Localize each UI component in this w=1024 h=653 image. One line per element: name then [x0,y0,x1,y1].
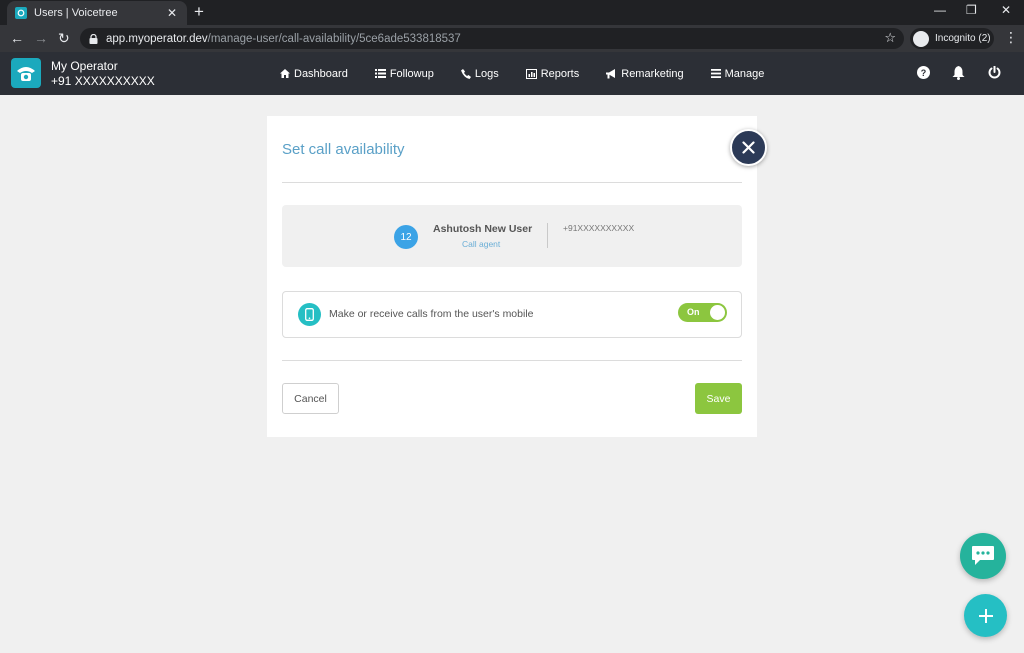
nav-followup[interactable]: Followup [374,67,434,80]
list-icon [374,69,386,78]
nav-remarketing-label: Remarketing [621,67,684,80]
menu-icon [710,69,721,78]
chat-bubble-icon [972,546,994,565]
user-extension-badge: 12 [394,225,418,249]
address-bar[interactable]: app.myoperator.dev/manage-user/call-avai… [80,28,904,49]
plus-icon [978,608,993,623]
mobile-calls-toggle[interactable]: On [678,303,727,322]
user-name: Ashutosh New User [433,223,533,235]
megaphone-icon [606,68,616,78]
app-header: My Operator +91 XXXXXXXXXX Dashboard Fol… [0,52,1024,95]
nav-logs[interactable]: Logs [460,67,499,80]
incognito-indicator[interactable]: Incognito (2) [910,28,994,49]
nav-followup-label: Followup [389,67,434,80]
phone-icon [460,68,471,79]
nav-logs-label: Logs [474,67,499,80]
nav-remarketing[interactable]: Remarketing [606,67,684,80]
browser-toolbar: ← → ↻ app.myoperator.dev/manage-user/cal… [0,25,1024,52]
user-phone: +91XXXXXXXXXX [563,223,635,233]
help-icon[interactable]: ? [917,66,930,79]
close-icon [742,141,755,154]
brand-name: My Operator [51,59,118,73]
main-nav: Dashboard Followup Logs Reports Remarket… [280,52,791,95]
tab-title: Users | Voicetree [34,7,118,19]
toggle-knob [710,305,725,320]
browser-tab[interactable]: Users | Voicetree ✕ [7,1,187,25]
title-divider [282,182,742,183]
nav-reports-label: Reports [540,67,580,80]
minimize-icon[interactable]: — [934,3,946,17]
restore-icon[interactable]: ❐ [966,3,977,17]
cancel-button[interactable]: Cancel [282,383,339,414]
nav-manage[interactable]: Manage [710,67,765,80]
user-role: Call agent [462,239,501,249]
svg-text:?: ? [921,68,927,78]
close-modal-button[interactable] [730,129,767,166]
user-card-separator [547,223,548,248]
nav-manage-label: Manage [724,67,765,80]
chart-icon [525,68,537,79]
url-host: app.myoperator.dev [106,32,208,45]
mobile-calls-option: Make or receive calls from the user's mo… [282,291,742,338]
save-button[interactable]: Save [695,383,742,414]
browser-menu-icon[interactable]: ⋮ [1004,29,1018,46]
footer-divider [282,360,742,361]
url-path: /manage-user/call-availability/5ce6ade53… [207,32,461,45]
modal-title: Set call availability [282,141,405,158]
incognito-icon [913,30,929,47]
back-icon[interactable]: ← [10,29,24,47]
user-card: 12 Ashutosh New User Call agent +91XXXXX… [282,205,742,267]
myoperator-logo-icon[interactable] [11,58,41,88]
favicon-icon [15,7,27,19]
chat-button[interactable] [960,533,1006,579]
nav-dashboard-label: Dashboard [294,67,348,80]
incognito-label: Incognito (2) [935,33,991,44]
nav-dashboard[interactable]: Dashboard [280,68,348,80]
nav-reports[interactable]: Reports [525,67,580,80]
mobile-calls-label: Make or receive calls from the user's mo… [329,308,534,320]
bell-icon[interactable] [952,66,965,80]
tab-close-icon[interactable]: ✕ [165,6,179,20]
window-close-icon[interactable]: ✕ [1001,3,1011,17]
brand-phone: +91 XXXXXXXXXX [51,74,155,88]
bookmark-star-icon[interactable]: ☆ [884,30,896,46]
power-icon[interactable] [988,66,1001,79]
reload-icon[interactable]: ↻ [58,29,70,47]
new-tab-icon[interactable]: + [194,3,204,21]
toggle-state-label: On [687,307,700,317]
lock-icon [89,33,98,44]
mobile-phone-icon [298,303,321,326]
add-button[interactable] [964,594,1007,637]
forward-icon[interactable]: → [34,29,48,47]
home-icon [280,69,290,78]
call-availability-modal: Set call availability 12 Ashutosh New Us… [267,116,757,437]
browser-tab-bar: Users | Voicetree ✕ + — ❐ ✕ [0,0,1024,25]
